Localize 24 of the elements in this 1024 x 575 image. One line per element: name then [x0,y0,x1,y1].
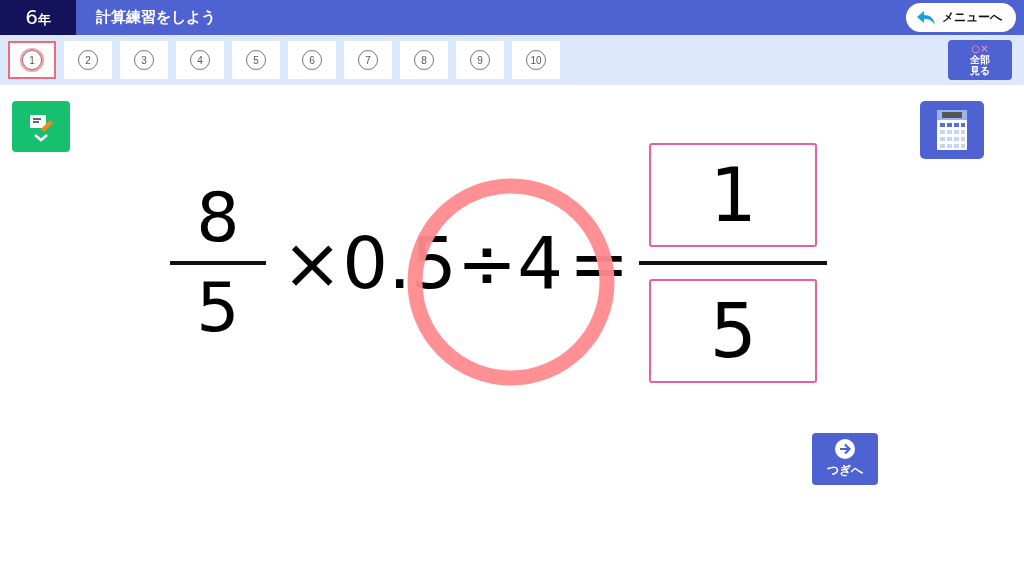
problem-tab[interactable]: 8 [400,41,448,79]
next-button[interactable]: つぎへ [812,433,878,485]
problem-tab[interactable]: 5 [232,41,280,79]
answer-box[interactable]: 1 [649,143,818,247]
page-title: 計算練習をしよう [96,8,216,27]
problem-tab[interactable]: 3 [120,41,168,79]
expression: ×0.5÷4 [282,221,563,305]
problem-tab[interactable]: 7 [344,41,392,79]
denominator: 5 [196,267,240,349]
answer-box[interactable]: 5 [649,279,818,383]
problem-tab[interactable]: 4 [176,41,224,79]
problem-tab[interactable]: 10 [512,41,560,79]
numerator: 8 [196,177,240,259]
calculator-icon [937,110,967,150]
back-arrow-icon [916,9,936,26]
menu-button[interactable]: メニューへ [906,3,1016,32]
problem-tab[interactable]: 2 [64,41,112,79]
problem-tab[interactable]: 1 [8,41,56,79]
problem-tab[interactable]: 6 [288,41,336,79]
grade-label: 6年 [0,0,76,35]
show-all-button[interactable]: ○× 全部見る [948,40,1012,80]
problem-tab[interactable]: 9 [456,41,504,79]
calculator-button[interactable] [920,101,984,159]
equals-sign: = [568,221,630,305]
